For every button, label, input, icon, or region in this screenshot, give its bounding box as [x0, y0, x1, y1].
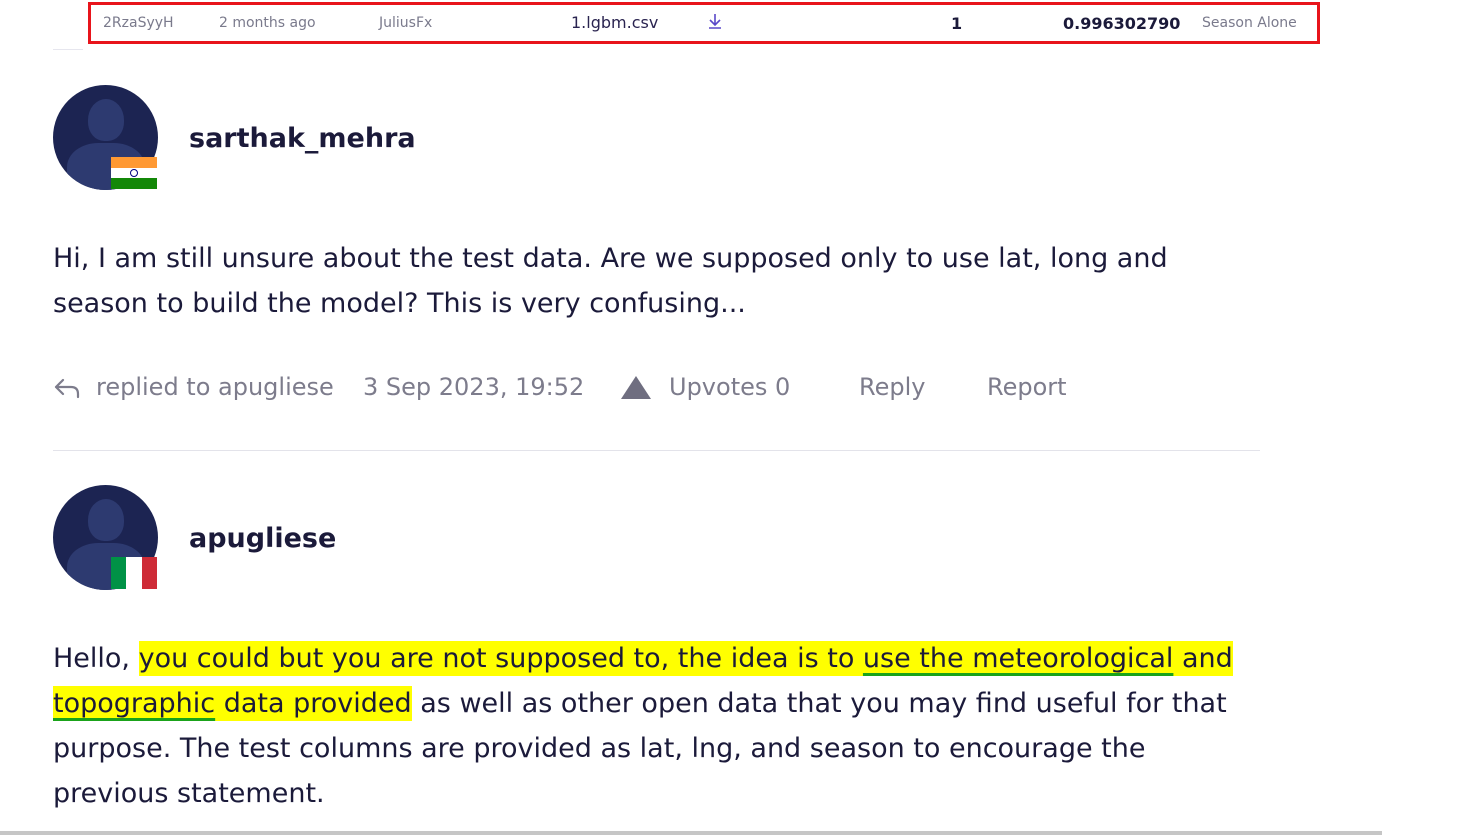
comment-text: Hello, you could but you are not suppose…: [53, 636, 1260, 816]
comment-sarthak: sarthak_mehra Hi, I am still unsure abou…: [53, 85, 1260, 415]
comment-username[interactable]: sarthak_mehra: [189, 123, 416, 154]
comment-apugliese: apugliese Hello, you could but you are n…: [53, 485, 1260, 825]
submission-score: 0.996302790: [1063, 14, 1181, 33]
reply-button[interactable]: Reply: [859, 373, 925, 401]
submission-user[interactable]: JuliusFx: [379, 15, 432, 31]
row-divider: [53, 49, 83, 50]
india-flag-icon: [111, 157, 157, 189]
text-part: and: [1173, 643, 1233, 674]
report-button[interactable]: Report: [987, 373, 1067, 401]
italy-flag-icon: [111, 557, 157, 589]
underlined-text: use the meteorological: [862, 643, 1174, 674]
comment-username[interactable]: apugliese: [189, 523, 336, 554]
upvote-icon[interactable]: [620, 375, 652, 401]
submission-time: 2 months ago: [219, 15, 316, 31]
submission-filename[interactable]: 1.lgbm.csv: [571, 13, 658, 32]
text-part: data provided: [215, 688, 412, 719]
comment-divider: [53, 450, 1260, 451]
underlined-text: topographic: [53, 688, 216, 719]
reply-context[interactable]: replied to apugliese: [96, 373, 334, 401]
comment-meta: replied to apugliese 3 Sep 2023, 19:52 U…: [53, 373, 1153, 407]
text-part: you could but you are not supposed to, t…: [138, 643, 863, 674]
submission-rank: 1: [951, 14, 963, 33]
download-icon[interactable]: [707, 12, 723, 34]
comment-timestamp: 3 Sep 2023, 19:52: [363, 373, 585, 401]
text-part: Hello,: [53, 643, 139, 674]
submission-id: 2RzaSyyH: [103, 15, 174, 31]
comment-text: Hi, I am still unsure about the test dat…: [53, 243, 1168, 319]
horizontal-scrollbar[interactable]: [0, 831, 1382, 835]
submission-row: 2RzaSyyH 2 months ago JuliusFx 1.lgbm.cs…: [88, 2, 1320, 44]
reply-arrow-icon: [54, 378, 80, 399]
submission-comment: Season Alone: [1202, 15, 1297, 31]
upvotes-count: Upvotes 0: [669, 373, 791, 401]
